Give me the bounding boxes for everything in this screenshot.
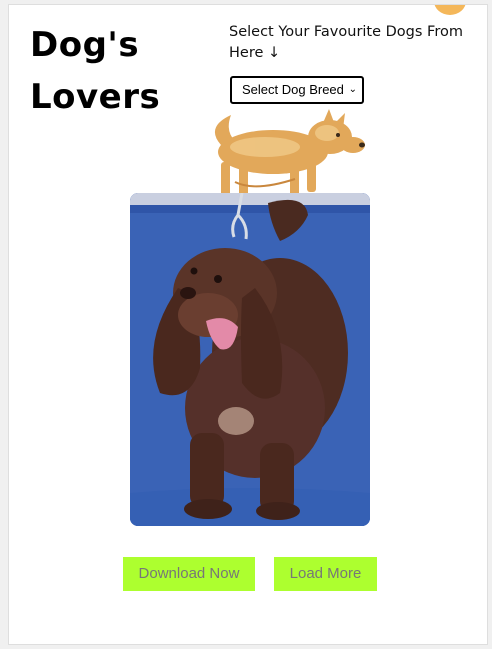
dog-photo	[130, 193, 370, 526]
app-card: Dog's Lovers Select Your Favourite Dogs …	[8, 4, 488, 645]
download-now-button[interactable]: Download Now	[123, 557, 255, 591]
small-dog-image	[214, 109, 365, 198]
dog-breed-select[interactable]: Select Dog Breed ⌄	[230, 76, 364, 104]
load-more-button[interactable]: Load More	[274, 557, 377, 591]
select-instruction: Select Your Favourite Dogs From Here ↓	[229, 24, 463, 61]
dog-breed-select-value: Select Dog Breed	[242, 82, 344, 97]
chevron-down-icon: ⌄	[348, 84, 357, 95]
page-title: Dog's Lovers	[30, 25, 161, 117]
corner-badge-icon	[434, 5, 466, 15]
brown-spaniel-image	[130, 193, 370, 526]
